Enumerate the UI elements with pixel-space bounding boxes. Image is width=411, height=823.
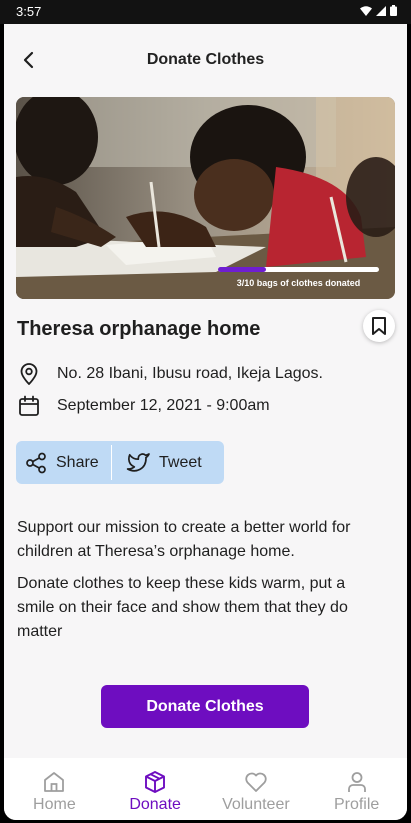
app-screen: Donate Clothes 3/10 bags of clothes dona… — [4, 24, 407, 820]
page-title: Donate Clothes — [146, 51, 265, 68]
nav-item-donate[interactable]: Donate — [105, 758, 206, 820]
wifi-icon — [360, 5, 372, 16]
share-icon — [26, 452, 46, 473]
nav-label-home: Home — [33, 796, 76, 813]
share-label: Share — [56, 453, 99, 471]
status-time: 3:57 — [16, 4, 42, 19]
top-bar: Donate Clothes — [4, 24, 407, 90]
nav-item-home[interactable]: Home — [4, 758, 105, 820]
status-icons — [360, 5, 397, 16]
status-bar: 3:57 — [0, 0, 411, 24]
tweet-button[interactable]: Tweet — [112, 441, 224, 484]
bookmark-icon — [372, 317, 386, 335]
box-icon — [145, 771, 166, 793]
datetime-row: September 12, 2021 - 9:00am — [18, 394, 270, 418]
nav-item-profile[interactable]: Profile — [306, 758, 407, 820]
heart-icon — [245, 772, 267, 792]
twitter-bird-icon — [126, 452, 150, 472]
event-address: No. 28 Ibani, Ibusu road, Ikeja Lagos. — [57, 365, 323, 382]
phone-frame: 3:57 Donate Clothes 3/10 bags of clothes… — [0, 0, 411, 823]
location-pin-icon — [20, 363, 38, 385]
description-paragraph-2: Donate clothes to keep these kids warm, … — [17, 575, 348, 640]
signal-icon — [376, 5, 386, 16]
address-row: No. 28 Ibani, Ibusu road, Ikeja Lagos. — [18, 362, 323, 386]
description-paragraph-1: Support our mission to create a better w… — [17, 519, 351, 560]
tweet-label: Tweet — [159, 453, 202, 471]
user-icon — [347, 772, 366, 792]
event-datetime: September 12, 2021 - 9:00am — [57, 397, 270, 414]
donation-progress-bar — [218, 267, 379, 272]
share-button[interactable]: Share — [16, 441, 111, 484]
hero-image: 3/10 bags of clothes donated — [16, 97, 395, 299]
nav-item-volunteer[interactable]: Volunteer — [206, 758, 307, 820]
event-title: Theresa orphanage home — [17, 318, 261, 340]
bottom-navigation: Home Donate Volunteer Profile — [4, 758, 407, 820]
home-icon — [44, 772, 65, 792]
bookmark-button[interactable] — [363, 310, 395, 342]
nav-label-volunteer: Volunteer — [222, 796, 290, 813]
donate-clothes-button[interactable]: Donate Clothes — [101, 685, 309, 728]
share-actions: Share Tweet — [16, 441, 224, 484]
calendar-icon — [19, 395, 39, 416]
donation-progress-label: 3/10 bags of clothes donated — [236, 278, 361, 288]
donation-progress-fill — [218, 267, 267, 272]
battery-icon — [390, 5, 397, 16]
nav-label-profile: Profile — [333, 796, 380, 813]
nav-label-donate: Donate — [129, 796, 181, 813]
